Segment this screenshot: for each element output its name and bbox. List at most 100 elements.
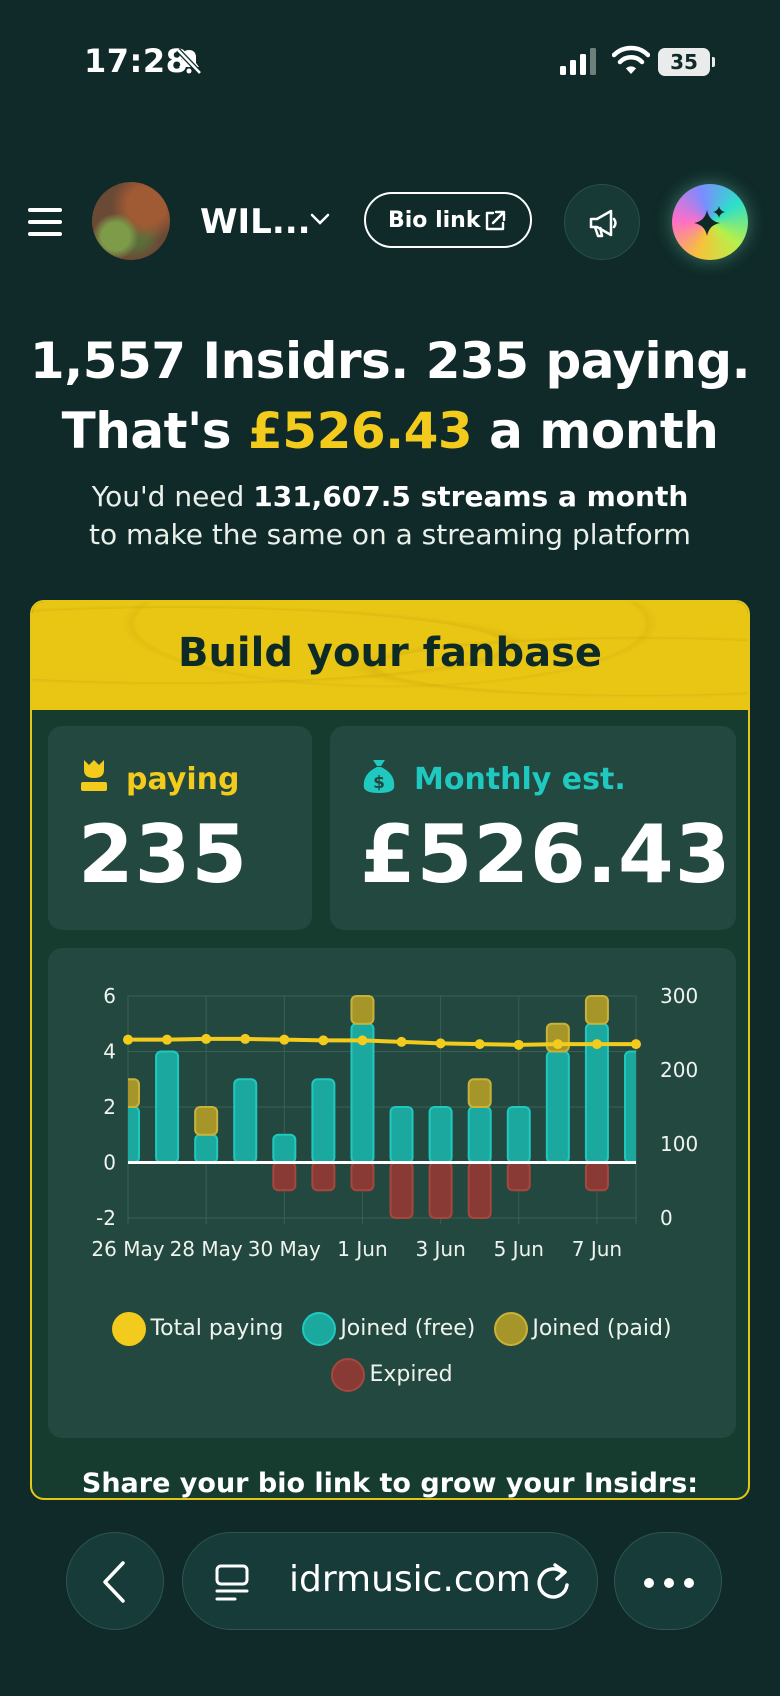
legend-swatch <box>112 1312 147 1346</box>
bar-joined-free <box>233 1078 258 1164</box>
sparkle-icon <box>694 206 725 236</box>
bar-expired <box>584 1161 609 1192</box>
monthly-estimate-label: Monthly est. <box>414 762 626 797</box>
point-total-paying <box>552 1039 563 1050</box>
legend-swatch <box>494 1312 529 1346</box>
page-menu-icon <box>215 1564 249 1601</box>
headline-line-1: 1,557 Insidrs. 235 paying. <box>29 332 751 390</box>
point-total-paying <box>162 1034 173 1045</box>
point-total-paying <box>318 1035 329 1046</box>
bell-muted-icon <box>176 48 202 75</box>
url-text[interactable]: idrmusic.com <box>289 1559 531 1600</box>
chevron-left-icon <box>103 1561 125 1603</box>
bar-joined-free <box>506 1106 531 1164</box>
browser-toolbar: idrmusic.com <box>0 1500 780 1696</box>
point-total-paying <box>123 1034 133 1045</box>
point-total-paying <box>240 1033 251 1044</box>
point-total-paying <box>435 1038 446 1049</box>
bar-joined-paid <box>467 1078 492 1108</box>
bar-joined-free <box>128 1106 140 1164</box>
y-left-tick-label: 4 <box>103 1040 116 1064</box>
x-tick-label: 3 Jun <box>415 1237 465 1261</box>
dot <box>644 1578 654 1588</box>
point-total-paying <box>474 1039 485 1050</box>
svg-text:$: $ <box>373 773 385 793</box>
bar-joined-free <box>194 1133 219 1164</box>
app-header: WIL... Bio link <box>0 180 780 260</box>
bar-joined-free <box>311 1078 336 1164</box>
fanbase-card: Build your fanbase paying 235 $ Monthly … <box>30 600 750 1500</box>
bar-joined-free <box>428 1106 453 1164</box>
streams-needed: 131,607.5 streams a month <box>253 480 689 513</box>
paying-label: paying <box>126 762 240 797</box>
bar-joined-free <box>155 1050 180 1164</box>
x-tick-label: 26 May <box>91 1237 164 1261</box>
bar-joined-free <box>389 1106 414 1164</box>
card-title: Build your fanbase <box>177 630 603 676</box>
legend-item-joined-paid[interactable]: Joined (paid) <box>494 1306 672 1352</box>
bar-expired <box>389 1161 414 1219</box>
point-total-paying <box>279 1034 290 1045</box>
bar-expired <box>428 1161 453 1219</box>
monthly-estimate-value: £526.43 <box>360 808 732 901</box>
share-prompt: Share your bio link to grow your Insidrs… <box>81 1468 699 1499</box>
legend-item-expired[interactable]: Expired <box>331 1352 453 1398</box>
legend-swatch <box>331 1358 366 1392</box>
point-total-paying <box>591 1039 602 1050</box>
bar-joined-free <box>272 1133 297 1164</box>
paying-value: 235 <box>78 808 248 901</box>
address-bar[interactable]: idrmusic.com <box>182 1532 598 1630</box>
clock: 17:28 <box>84 42 189 80</box>
megaphone-icon <box>589 209 617 238</box>
y-left-tick-label: 2 <box>103 1095 116 1119</box>
status-bar: 17:28 35 <box>0 0 780 130</box>
x-tick-label: 7 Jun <box>572 1237 622 1261</box>
y-left-tick-label: 6 <box>103 984 116 1008</box>
announcements-button[interactable] <box>564 184 640 260</box>
streams-comparison: You'd need 131,607.5 streams a month to … <box>89 480 691 551</box>
bar-joined-paid <box>350 995 375 1025</box>
back-button[interactable] <box>66 1532 164 1630</box>
battery-indicator: 35 <box>658 48 715 76</box>
legend-item-total-paying[interactable]: Total paying <box>112 1306 283 1352</box>
hamburger-menu-icon[interactable] <box>28 208 62 236</box>
bio-link-button[interactable]: Bio link <box>364 192 532 248</box>
dot <box>664 1578 674 1588</box>
point-total-paying <box>201 1033 212 1044</box>
x-tick-label: 30 May <box>248 1237 321 1261</box>
signal-icon <box>560 48 596 75</box>
avatar[interactable] <box>92 182 170 260</box>
y-left-tick-label: 0 <box>103 1151 116 1175</box>
y-right-tick-label: 100 <box>660 1132 698 1156</box>
point-total-paying <box>396 1036 407 1047</box>
more-options-button[interactable] <box>614 1532 722 1630</box>
bar-expired <box>311 1161 336 1192</box>
bar-expired <box>467 1161 492 1219</box>
chart-legend: Total paying Joined (free) Joined (paid)… <box>48 1306 736 1398</box>
bar-joined-paid <box>584 995 609 1025</box>
headline-line-2: That's £526.43 a month <box>61 402 719 460</box>
ai-assistant-button[interactable] <box>672 184 748 260</box>
legend-item-joined-free[interactable]: Joined (free) <box>302 1306 475 1352</box>
bar-joined-paid <box>128 1078 140 1108</box>
growth-chart: -2 0 2 4 6 0 100 200 300 26 May 28 May 30 May 1 Jun 3… <box>48 948 736 1438</box>
point-total-paying <box>631 1039 641 1050</box>
bar-expired <box>272 1161 297 1192</box>
bar-joined-free <box>545 1050 570 1164</box>
chevron-down-icon[interactable] <box>308 210 332 228</box>
bar-joined-free <box>624 1050 636 1164</box>
account-name[interactable]: WIL... <box>200 202 311 242</box>
crown-person-icon <box>81 760 107 791</box>
y-right-tick-label: 200 <box>660 1058 698 1082</box>
reload-icon[interactable] <box>533 1561 573 1603</box>
x-tick-label: 5 Jun <box>494 1237 544 1261</box>
growth-chart-svg: -2 0 2 4 6 0 100 200 300 26 May 28 May 30 May 1 Jun 3… <box>91 984 698 1261</box>
point-total-paying <box>513 1039 524 1050</box>
paying-stat: paying 235 <box>48 726 312 930</box>
bar-expired <box>350 1161 375 1192</box>
wifi-icon <box>612 45 650 74</box>
bar-joined-free <box>467 1106 492 1164</box>
y-left-tick-label: -2 <box>96 1206 116 1230</box>
dot <box>684 1578 694 1588</box>
y-right-tick-label: 0 <box>660 1206 673 1230</box>
